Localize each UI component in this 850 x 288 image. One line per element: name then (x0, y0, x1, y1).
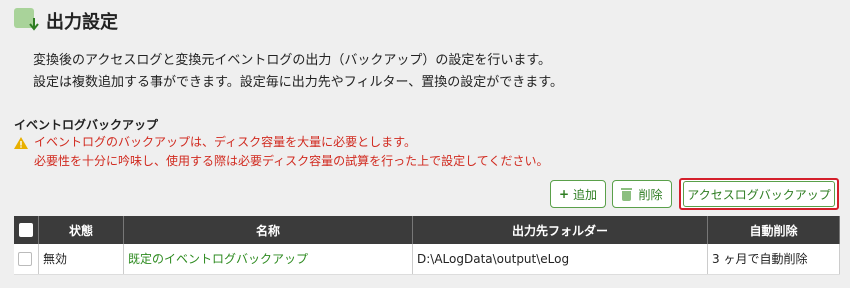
col-name[interactable]: 名称 (123, 216, 413, 244)
table-header-row: 状態 名称 出力先フォルダー 自動削除 (14, 216, 840, 244)
row-name-link[interactable]: 既定のイベントログバックアップ (123, 244, 413, 275)
delete-label: 削除 (638, 187, 663, 202)
row-status: 無効 (38, 244, 124, 275)
description-line-1: 変換後のアクセスログと変換元イベントログの出力（バックアップ）の設定を行います。 (33, 53, 552, 68)
row-checkbox[interactable] (18, 252, 32, 266)
warning-message: イベントログのバックアップは、ディスク容量を大量に必要とします。 必要性を十分に… (14, 133, 548, 171)
plus-icon: + (558, 187, 570, 201)
page-description: 変換後のアクセスログと変換元イベントログの出力（バックアップ）の設定を行います。… (33, 50, 563, 94)
warning-icon (14, 136, 28, 149)
col-status[interactable]: 状態 (38, 216, 124, 244)
row-auto-delete: 3 ヶ月で自動削除 (707, 244, 840, 275)
col-auto-delete[interactable]: 自動削除 (707, 216, 840, 244)
warning-line-1: イベントログのバックアップは、ディスク容量を大量に必要とします。 (34, 135, 416, 149)
col-folder[interactable]: 出力先フォルダー (412, 216, 708, 244)
row-folder: D:\ALogData\output\eLog (412, 244, 708, 275)
output-download-icon (14, 8, 40, 34)
select-all-header (14, 216, 39, 244)
description-line-2: 設定は複数追加する事ができます。設定毎に出力先やフィルター、置換の設定ができます… (33, 75, 564, 90)
table-row[interactable]: 無効 既定のイベントログバックアップ D:\ALogData\output\eL… (14, 244, 840, 275)
trash-icon (621, 187, 633, 201)
select-all-checkbox[interactable] (19, 223, 33, 238)
warning-line-2: 必要性を十分に吟味し、使用する際は必要ディスク容量の試算を行った上で設定してくだ… (34, 154, 549, 168)
page-header: 出力設定 (14, 6, 118, 36)
page-title: 出力設定 (46, 12, 118, 33)
access-log-backup-label: アクセスログバックアップ (687, 187, 831, 202)
section-title: イベントログバックアップ (14, 118, 159, 132)
access-log-backup-button[interactable]: アクセスログバックアップ (679, 178, 839, 210)
backup-table: 状態 名称 出力先フォルダー 自動削除 無効 既定のイベントログバックアップ D… (14, 216, 840, 275)
add-button[interactable]: + 追加 (550, 180, 606, 208)
add-label: 追加 (573, 187, 598, 202)
row-checkbox-cell (14, 244, 39, 275)
delete-button[interactable]: 削除 (612, 180, 672, 208)
